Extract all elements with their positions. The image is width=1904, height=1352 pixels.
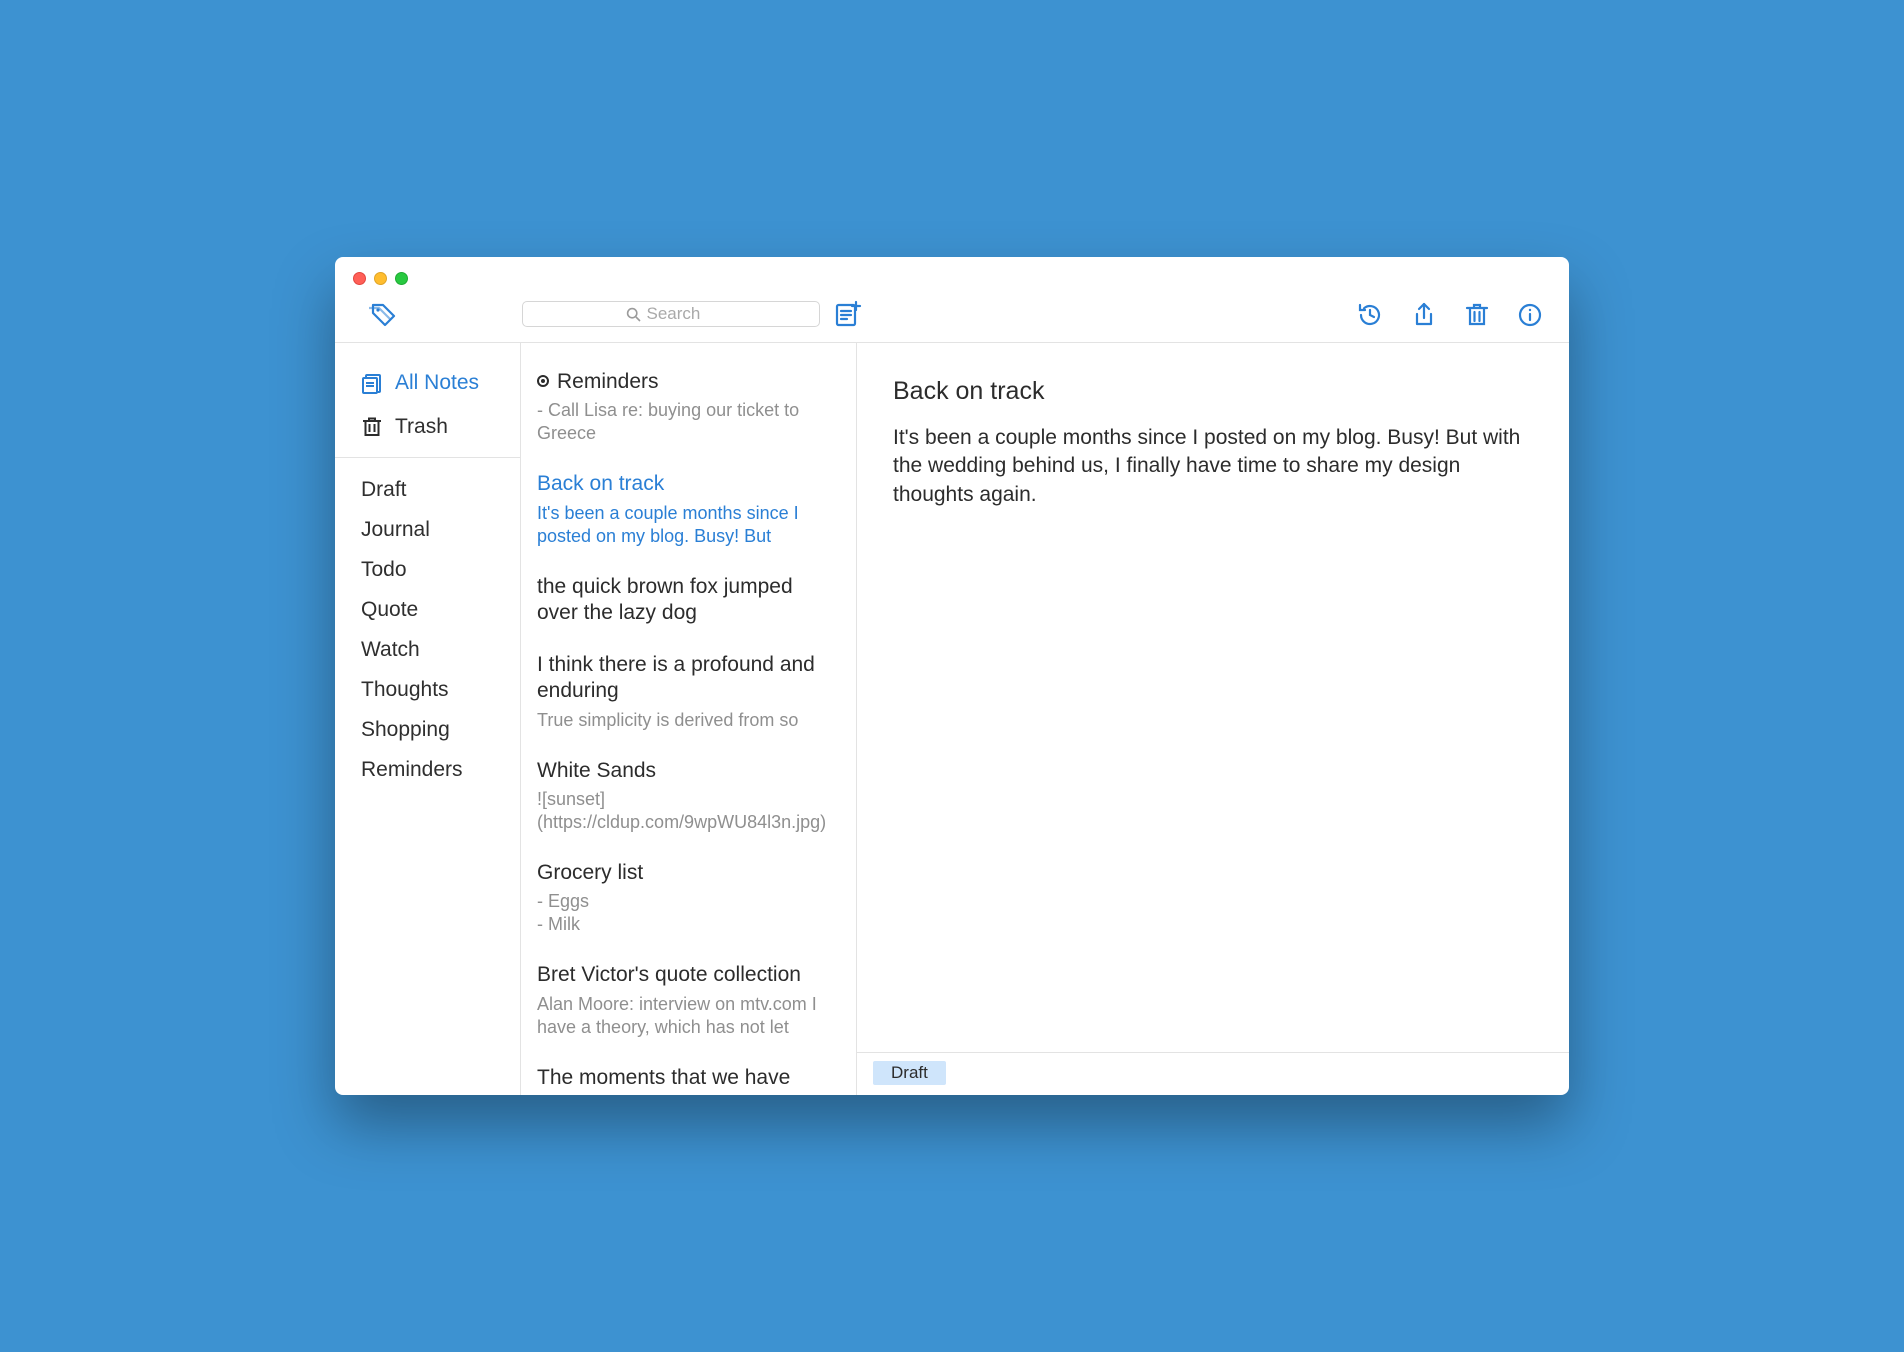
minimize-window-button[interactable] (374, 272, 387, 285)
note-list-preview: ![sunset](https://cldup.com/9wpWU84l3n.j… (537, 788, 838, 834)
note-list-title: Grocery list (537, 860, 838, 886)
sidebar-tag-list: DraftJournalTodoQuoteWatchThoughtsShoppi… (335, 470, 520, 790)
sidebar-all-notes[interactable]: All Notes (335, 361, 520, 405)
note-list-title: Reminders (537, 369, 838, 395)
app-body: All Notes Trash DraftJournalTodoQuoteWat… (335, 343, 1569, 1095)
note-list-item[interactable]: The moments that we have (537, 1055, 838, 1095)
note-list-title: I think there is a profound and enduring (537, 652, 838, 705)
toolbar (335, 257, 1569, 343)
note-list-title: the quick brown fox jumped over the lazy… (537, 574, 838, 627)
tags-icon[interactable] (367, 302, 399, 328)
editor-content[interactable]: Back on track It's been a couple months … (857, 343, 1569, 1052)
note-list-item[interactable]: Back on track It's been a couple months s… (537, 461, 838, 563)
note-list-item[interactable]: White Sands ![sunset](https://cldup.com/9… (537, 748, 838, 850)
sidebar: All Notes Trash DraftJournalTodoQuoteWat… (335, 343, 521, 1095)
zoom-window-button[interactable] (395, 272, 408, 285)
sidebar-tag[interactable]: Reminders (335, 750, 520, 790)
info-icon[interactable] (1517, 302, 1543, 328)
sidebar-tag[interactable]: Quote (335, 590, 520, 630)
note-list-item[interactable]: I think there is a profound and enduring… (537, 642, 838, 748)
pin-icon (537, 375, 549, 387)
share-icon[interactable] (1411, 302, 1437, 328)
sidebar-tag[interactable]: Thoughts (335, 670, 520, 710)
sidebar-item-label: Trash (395, 415, 448, 439)
search-icon (626, 307, 641, 322)
note-body[interactable]: It's been a couple months since I posted… (893, 424, 1533, 509)
sidebar-tag[interactable]: Todo (335, 550, 520, 590)
note-list-item[interactable]: Bret Victor's quote collection Alan Moore… (537, 952, 838, 1054)
sidebar-trash[interactable]: Trash (335, 405, 520, 449)
sidebar-tag[interactable]: Watch (335, 630, 520, 670)
note-list[interactable]: Reminders - Call Lisa re: buying our tick… (521, 343, 857, 1095)
note-list-title: Back on track (537, 471, 838, 497)
trash-icon[interactable] (1465, 302, 1489, 328)
note-list-item[interactable]: Reminders - Call Lisa re: buying our tick… (537, 359, 838, 461)
note-list-preview: True simplicity is derived from so (537, 709, 838, 732)
sidebar-tag[interactable]: Journal (335, 510, 520, 550)
tag-pill[interactable]: Draft (873, 1061, 946, 1085)
new-note-button[interactable] (834, 300, 862, 328)
close-window-button[interactable] (353, 272, 366, 285)
note-list-preview: It's been a couple months since I posted… (537, 502, 838, 548)
editor-footer: Draft (857, 1052, 1569, 1095)
sidebar-divider (335, 457, 520, 458)
note-list-title: The moments that we have (537, 1065, 838, 1091)
notes-icon (361, 372, 383, 394)
note-list-preview: - Call Lisa re: buying our ticket to Gre… (537, 399, 838, 445)
note-title[interactable]: Back on track (893, 377, 1533, 406)
note-list-item[interactable]: the quick brown fox jumped over the lazy… (537, 564, 838, 643)
note-list-preview: - Eggs - Milk (537, 890, 838, 936)
trash-icon (361, 416, 383, 438)
history-icon[interactable] (1357, 302, 1383, 328)
note-list-title: White Sands (537, 758, 838, 784)
app-window: All Notes Trash DraftJournalTodoQuoteWat… (335, 257, 1569, 1095)
sidebar-tag[interactable]: Draft (335, 470, 520, 510)
sidebar-tag[interactable]: Shopping (335, 710, 520, 750)
sidebar-item-label: All Notes (395, 371, 479, 395)
window-controls (353, 272, 408, 285)
search-input[interactable] (647, 304, 717, 324)
editor-pane: Back on track It's been a couple months … (857, 343, 1569, 1095)
note-list-item[interactable]: Grocery list - Eggs - Milk (537, 850, 838, 952)
search-field[interactable] (522, 301, 820, 327)
note-list-title: Bret Victor's quote collection (537, 962, 838, 988)
note-list-preview: Alan Moore: interview on mtv.com I have … (537, 993, 838, 1039)
